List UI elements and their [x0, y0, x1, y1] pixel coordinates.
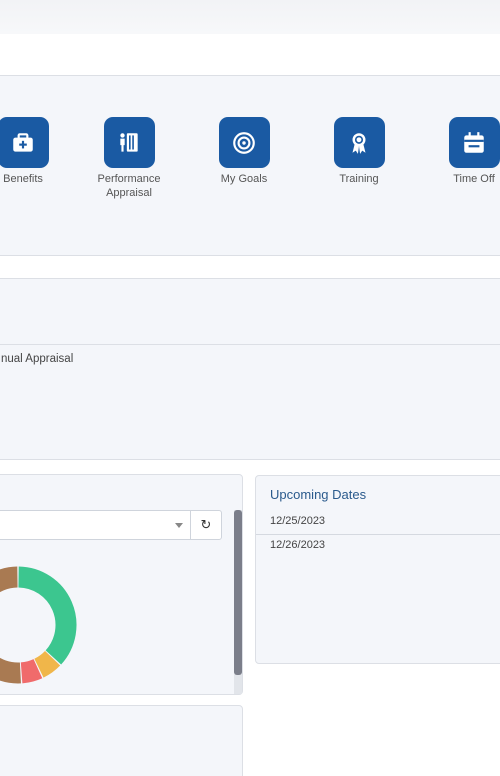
- training-button[interactable]: [333, 117, 385, 168]
- quick-link-my-goals[interactable]: My Goals: [199, 117, 289, 186]
- upcoming-dates-card: Upcoming Dates 12/25/2023 12/26/2023: [255, 475, 500, 664]
- chevron-down-icon: [175, 523, 183, 528]
- upcoming-dates-title: Upcoming Dates: [270, 487, 367, 502]
- refresh-icon: ↻: [200, 517, 212, 532]
- benefits-button[interactable]: [0, 117, 49, 168]
- chart-scrollbar[interactable]: [234, 510, 242, 694]
- performance-appraisal-button[interactable]: [103, 117, 155, 168]
- refresh-button[interactable]: ↻: [190, 510, 222, 540]
- medical-kit-icon: [13, 132, 33, 152]
- donut-slice-2[interactable]: [20, 658, 43, 684]
- donut-slice-1[interactable]: [33, 650, 61, 678]
- award-icon: [352, 132, 366, 154]
- date-row: 12/26/2023: [270, 539, 326, 551]
- donut-chart: [0, 566, 77, 684]
- header-spacer: [0, 34, 500, 75]
- training-label: Training: [339, 173, 379, 185]
- quick-link-training[interactable]: Training: [314, 117, 404, 186]
- date-row: 12/25/2023: [270, 515, 326, 527]
- annual-appraisal-item[interactable]: nual Appraisal: [1, 353, 73, 365]
- donut-slice-0[interactable]: [17, 566, 77, 665]
- performance-appraisal-icon: [120, 132, 138, 152]
- quick-link-performance-appraisal[interactable]: Performance Appraisal: [84, 117, 174, 200]
- benefits-label: Benefits: [3, 173, 43, 185]
- scrollbar-thumb[interactable]: [234, 510, 242, 675]
- quick-links-panel: Benefits Performance Appraisal My Goals: [0, 75, 500, 256]
- chart-card: ↻: [0, 474, 243, 695]
- panel-divider: [0, 344, 500, 345]
- time-off-button[interactable]: [448, 117, 500, 168]
- appraisal-panel: nual Appraisal: [0, 278, 500, 460]
- target-icon: [233, 131, 255, 154]
- performance-appraisal-label: Performance Appraisal: [97, 173, 161, 199]
- quick-link-time-off[interactable]: Time Off: [429, 117, 500, 186]
- filter-select[interactable]: [0, 510, 191, 540]
- date-divider: [256, 534, 500, 535]
- top-header-bar: [0, 0, 500, 34]
- bottom-card: [0, 705, 243, 776]
- donut-slice-3[interactable]: [0, 566, 21, 684]
- my-goals-label: My Goals: [220, 173, 268, 185]
- quick-link-benefits[interactable]: Benefits: [0, 117, 68, 186]
- calendar-icon: [464, 131, 484, 153]
- time-off-label: Time Off: [453, 173, 495, 185]
- my-goals-button[interactable]: [218, 117, 270, 168]
